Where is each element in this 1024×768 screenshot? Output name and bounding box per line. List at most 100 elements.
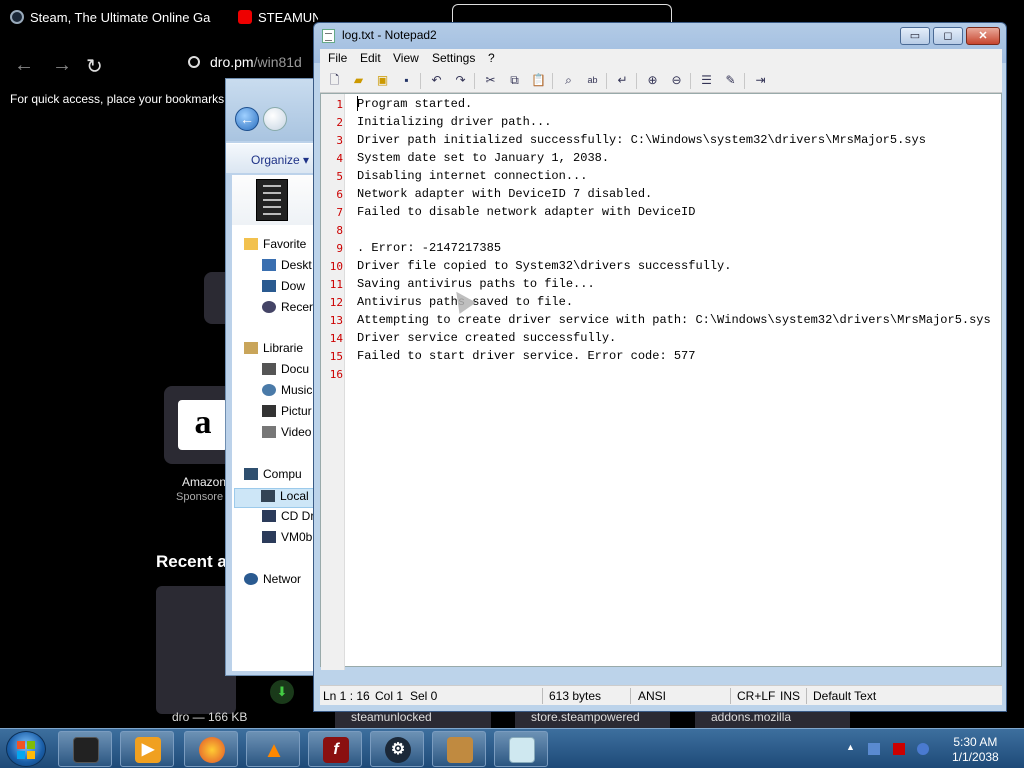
windows-logo-icon: [17, 751, 25, 759]
find-icon[interactable]: ⌕: [560, 72, 577, 89]
browser-tab-steamunlocked[interactable]: STEAMUN: [238, 10, 318, 36]
replace-icon[interactable]: ab: [584, 72, 601, 89]
nav-label: Deskt: [281, 258, 312, 272]
computer-icon: [244, 468, 258, 480]
customize-icon[interactable]: ✎: [722, 72, 739, 89]
nav-desktop[interactable]: Deskt: [262, 258, 312, 278]
tray-app-icon[interactable]: [868, 743, 880, 755]
nav-pictures[interactable]: Pictur: [262, 404, 312, 424]
taskbar-vlc[interactable]: ▲: [246, 731, 300, 767]
start-button[interactable]: [6, 731, 46, 767]
nav-recent[interactable]: Recer: [262, 300, 313, 320]
status-bar: Ln 1 : 16 Col 1 Sel 0 613 bytes ANSI CR+…: [320, 685, 1002, 705]
nav-downloads[interactable]: Dow: [262, 279, 305, 299]
line-number: 1: [336, 98, 343, 111]
word-wrap-icon[interactable]: ↵: [614, 72, 631, 89]
explorer-icon: [73, 737, 99, 763]
nav-music[interactable]: Music: [262, 383, 312, 403]
taskbar-media-player[interactable]: ▶: [120, 731, 174, 767]
line-number: 4: [336, 152, 343, 165]
network-tray-icon[interactable]: [917, 743, 929, 755]
clock[interactable]: 5:30 AM 1/1/2038: [952, 735, 999, 765]
line-number: 14: [329, 332, 343, 345]
nav-videos[interactable]: Video: [262, 425, 311, 445]
recent-card[interactable]: [156, 586, 236, 714]
download-item[interactable]: dro — 166 KB: [172, 710, 247, 724]
zoom-in-icon[interactable]: ⊕: [644, 72, 661, 89]
menu-settings[interactable]: Settings: [432, 51, 475, 65]
address-bar[interactable]: dro.pm/win81d: [188, 54, 302, 70]
menu-edit[interactable]: Edit: [360, 51, 381, 65]
taskbar-explorer[interactable]: [58, 731, 112, 767]
exit-icon[interactable]: ⇥: [752, 72, 769, 89]
minimize-button[interactable]: ▭: [900, 27, 930, 45]
zoom-out-icon[interactable]: ⊖: [668, 72, 685, 89]
nav-local-disk[interactable]: Local: [234, 488, 316, 508]
menu-file[interactable]: File: [328, 51, 347, 65]
paste-icon[interactable]: 📋: [530, 72, 547, 89]
toolbar: 🗋 ▰ ▣ ▪ ↶ ↷ ✂ ⧉ 📋 ⌕ ab ↵ ⊕ ⊖ ☰ ✎ ⇥: [320, 69, 1002, 93]
forward-button[interactable]: [263, 107, 287, 131]
reload-icon[interactable]: ↻: [86, 54, 103, 79]
code-line: Network adapter with DeviceID 7 disabled…: [357, 187, 653, 201]
line-number: 9: [336, 242, 343, 255]
save-icon[interactable]: ▪: [398, 72, 415, 89]
status-line: Ln 1 : 16: [323, 689, 370, 703]
taskbar-flash[interactable]: f: [308, 731, 362, 767]
nav-libraries[interactable]: Librarie: [244, 341, 303, 361]
sponsored-label: Sponsore: [176, 491, 224, 503]
copy-icon[interactable]: ⧉: [506, 72, 523, 89]
browse-icon[interactable]: ▣: [374, 72, 391, 89]
nav-computer[interactable]: Compu: [244, 467, 302, 487]
status-encoding[interactable]: ANSI: [638, 689, 666, 703]
clock-time: 5:30 AM: [953, 735, 998, 749]
back-button[interactable]: ←: [235, 107, 259, 131]
show-hidden-icons[interactable]: ▲: [846, 742, 858, 754]
line-number: 11: [329, 278, 343, 291]
close-button[interactable]: ✕: [966, 27, 1000, 45]
nav-network[interactable]: Networ: [244, 572, 301, 592]
menu-help[interactable]: ?: [488, 51, 495, 65]
taskbar-app[interactable]: [432, 731, 486, 767]
redo-icon[interactable]: ↷: [452, 72, 469, 89]
drive-icon: [261, 490, 275, 502]
scheme-icon[interactable]: ☰: [698, 72, 715, 89]
nav-label: Music: [281, 383, 313, 397]
taskbar-steam[interactable]: ⚙: [370, 731, 424, 767]
bookmarks-hint: For quick access, place your bookmarks i: [10, 92, 231, 106]
menu-view[interactable]: View: [393, 51, 419, 65]
text-editor[interactable]: 1 2 3 4 5 6 7 8 9 10 11 12 13 14 15 16 P…: [320, 93, 1002, 703]
site-tab-icon: [238, 10, 252, 24]
tray-flag-icon[interactable]: [893, 743, 905, 755]
organize-button[interactable]: Organize ▾: [251, 153, 309, 167]
forward-arrow-icon[interactable]: →: [52, 54, 72, 77]
media-player-icon: ▶: [135, 737, 161, 763]
browser-tab-steam[interactable]: Steam, The Ultimate Online Ga✕: [10, 10, 215, 36]
cut-icon[interactable]: ✂: [482, 72, 499, 89]
undo-icon[interactable]: ↶: [428, 72, 445, 89]
taskbar-notepad[interactable]: [494, 731, 548, 767]
taskbar-firefox[interactable]: [184, 731, 238, 767]
title-bar[interactable]: log.txt - Notepad2 ▭ ◻ ✕: [314, 23, 1006, 49]
nav-favorites[interactable]: Favorite: [244, 237, 306, 257]
nav-documents[interactable]: Docu: [262, 362, 309, 382]
nav-cd-drive[interactable]: CD Dr: [262, 509, 314, 529]
download-icon[interactable]: ⬇: [270, 680, 294, 704]
toolbar-separator: [636, 73, 637, 89]
downloads-icon: [262, 280, 276, 292]
nav-vm-share[interactable]: VM0b: [262, 530, 312, 550]
status-scheme[interactable]: Default Text: [813, 689, 876, 703]
status-separator: [542, 688, 543, 704]
back-arrow-icon[interactable]: ←: [14, 54, 34, 77]
notepad2-window: log.txt - Notepad2 ▭ ◻ ✕ File Edit View …: [313, 22, 1007, 712]
new-file-icon[interactable]: 🗋: [326, 72, 343, 89]
open-file-icon[interactable]: ▰: [350, 72, 367, 89]
status-line-endings[interactable]: CR+LF: [737, 689, 775, 703]
steam-tab-icon: [10, 10, 24, 24]
nav-label: Dow: [281, 279, 306, 293]
line-number: 15: [329, 350, 343, 363]
code-line: Failed to start driver service. Error co…: [357, 349, 696, 363]
maximize-button[interactable]: ◻: [933, 27, 963, 45]
code-line: Driver path initialized successfully: C:…: [357, 133, 926, 147]
line-number: 3: [336, 134, 343, 147]
